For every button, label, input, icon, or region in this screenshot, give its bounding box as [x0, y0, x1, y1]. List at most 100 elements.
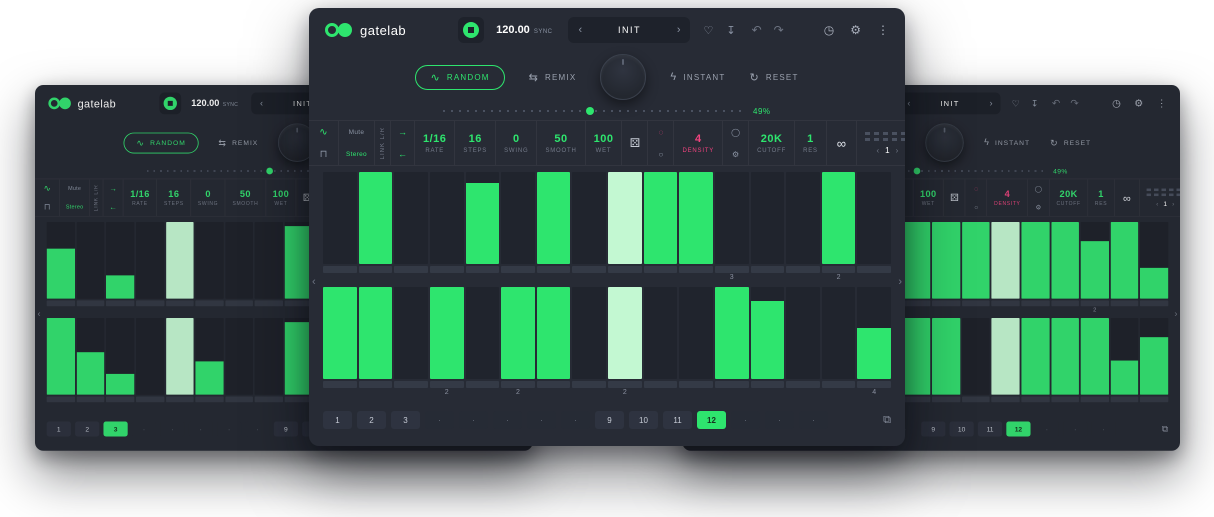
density-value[interactable]: 4: [695, 133, 702, 145]
seq-step[interactable]: [751, 287, 785, 397]
seq-step[interactable]: [76, 222, 104, 314]
pattern-slot-1[interactable]: 1: [47, 422, 71, 437]
seq-step[interactable]: [255, 318, 283, 410]
seq-step-track[interactable]: [679, 172, 713, 264]
pattern-slot-11[interactable]: 11: [663, 411, 692, 429]
step-marker[interactable]: [466, 266, 500, 273]
pattern-slot-empty[interactable]: ·: [189, 422, 213, 437]
pattern-slot-10[interactable]: 10: [629, 411, 658, 429]
slider-thumb[interactable]: [586, 107, 594, 115]
step-marker[interactable]: [644, 266, 678, 273]
step-marker[interactable]: [857, 266, 891, 273]
seq-step[interactable]: 2: [430, 287, 464, 397]
random-button[interactable]: ∿ RANDOM: [124, 132, 198, 153]
seq-step[interactable]: [323, 287, 357, 397]
seq-step-track[interactable]: [394, 287, 428, 379]
swing-control[interactable]: 0 SWING: [191, 179, 226, 216]
seq-step-track[interactable]: [572, 172, 606, 264]
length-next-icon[interactable]: ›: [1172, 200, 1174, 208]
step-marker[interactable]: [359, 266, 393, 273]
wet-value[interactable]: 100: [594, 133, 614, 145]
redo-icon[interactable]: ↷: [774, 23, 784, 37]
preset-prev-icon[interactable]: ‹: [907, 98, 910, 108]
main-knob[interactable]: [926, 123, 964, 161]
preset-selector[interactable]: ‹ INIT ›: [568, 17, 690, 43]
seq-step[interactable]: [1021, 222, 1049, 314]
seq-step-track[interactable]: [786, 287, 820, 379]
seq-step[interactable]: 3: [715, 172, 749, 282]
seq-step-track[interactable]: [751, 172, 785, 264]
scroll-right-icon[interactable]: ›: [1174, 308, 1177, 318]
probability-circle-icon[interactable]: ○: [966, 198, 987, 216]
seq-bar[interactable]: [857, 328, 891, 379]
step-marker[interactable]: [501, 381, 535, 388]
step-marker[interactable]: [608, 381, 642, 388]
seq-step-track[interactable]: [715, 172, 749, 264]
copy-pattern-icon[interactable]: ⧉: [1162, 422, 1169, 437]
sync-label[interactable]: SYNC: [534, 29, 553, 35]
link-lr-panel[interactable]: LINK L/R: [90, 179, 103, 216]
seq-step-track[interactable]: [430, 172, 464, 264]
seq-step[interactable]: [537, 172, 571, 282]
seq-step-track[interactable]: [166, 222, 194, 299]
step-marker[interactable]: [572, 266, 606, 273]
randomness-slider[interactable]: [443, 107, 743, 115]
seq-step[interactable]: [1110, 318, 1138, 410]
seq-bar[interactable]: [76, 353, 104, 395]
mute-toggle[interactable]: Mute: [60, 179, 89, 197]
seq-step-track[interactable]: [822, 172, 856, 264]
pattern-slot-empty[interactable]: ·: [1063, 422, 1087, 437]
seq-step[interactable]: [786, 172, 820, 282]
pattern-slot-empty[interactable]: ·: [132, 422, 156, 437]
density-control[interactable]: 4 DENSITY: [674, 121, 723, 165]
seq-step[interactable]: [751, 172, 785, 282]
seq-step-track[interactable]: [394, 172, 428, 264]
scroll-left-icon[interactable]: ‹: [38, 308, 41, 318]
pattern-slot-empty[interactable]: ·: [799, 411, 828, 429]
seq-bar[interactable]: [679, 172, 713, 264]
seq-step[interactable]: [962, 222, 990, 314]
seq-step-track[interactable]: [822, 287, 856, 379]
res-control[interactable]: 1 RES: [1088, 179, 1115, 216]
seq-bar[interactable]: [106, 374, 134, 395]
seq-step-track[interactable]: [608, 287, 642, 379]
favorite-heart-icon[interactable]: ♡: [703, 24, 713, 37]
preset-selector[interactable]: ‹ INIT ›: [899, 93, 1001, 115]
seq-bar[interactable]: [537, 287, 571, 379]
rate-value[interactable]: 1/16: [423, 133, 446, 145]
swing-control[interactable]: 0 SWING: [496, 121, 537, 165]
step-marker[interactable]: [537, 381, 571, 388]
seq-bar[interactable]: [47, 249, 75, 299]
seq-step[interactable]: [991, 222, 1019, 314]
seq-step[interactable]: [679, 287, 713, 397]
seq-step[interactable]: [195, 222, 223, 314]
rate-value[interactable]: 1/16: [130, 189, 150, 199]
seq-step[interactable]: [1051, 222, 1079, 314]
seq-step-track[interactable]: [255, 318, 283, 395]
pattern-slot-10[interactable]: 10: [950, 422, 974, 437]
seq-step[interactable]: [323, 172, 357, 282]
slider-thumb[interactable]: [266, 168, 273, 175]
step-marker[interactable]: [323, 266, 357, 273]
preset-next-icon[interactable]: ›: [989, 98, 992, 108]
seq-step-track[interactable]: [644, 172, 678, 264]
res-value[interactable]: 1: [807, 133, 814, 145]
cutoff-value[interactable]: 20K: [1060, 189, 1078, 199]
seq-step-track[interactable]: [47, 222, 75, 299]
smooth-value[interactable]: 50: [554, 133, 567, 145]
seq-step[interactable]: [359, 287, 393, 397]
seq-step[interactable]: [902, 222, 930, 314]
step-marker[interactable]: [751, 266, 785, 273]
pattern-slot-3[interactable]: 3: [103, 422, 127, 437]
pattern-slot-empty[interactable]: ·: [1035, 422, 1059, 437]
seq-step[interactable]: 2: [501, 287, 535, 397]
step-marker[interactable]: [857, 381, 891, 388]
link-lr-panel[interactable]: LINK L/R: [375, 121, 391, 165]
seq-step[interactable]: [1110, 222, 1138, 314]
seq-step[interactable]: [466, 172, 500, 282]
seq-step-track[interactable]: [715, 287, 749, 379]
seq-step[interactable]: [932, 318, 960, 410]
pattern-slot-empty[interactable]: ·: [459, 411, 488, 429]
download-icon[interactable]: ↧: [1031, 98, 1039, 109]
seq-step[interactable]: [679, 172, 713, 282]
